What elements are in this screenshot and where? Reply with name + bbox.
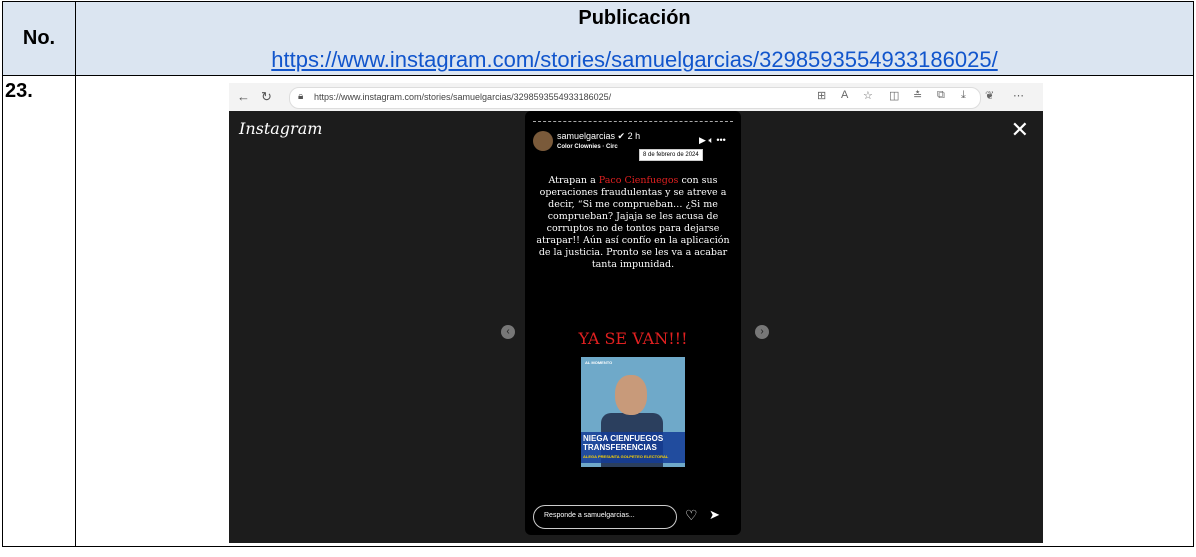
back-arrow-icon[interactable]: ← — [237, 89, 250, 104]
highlight-text: YA SE VAN!!! — [578, 329, 688, 348]
story-controls: ▶ 🔈︎ ••• — [699, 135, 726, 146]
collections-icon[interactable]: ⧉ — [937, 89, 945, 102]
chevron-right-icon[interactable]: › — [755, 325, 769, 339]
favorite-star-icon[interactable]: ☆ — [863, 89, 873, 102]
volume-icon[interactable]: 🔈︎ — [708, 135, 713, 145]
row-number: 23. — [2, 75, 76, 547]
music-label[interactable]: Color Clownies · Circ — [557, 144, 618, 150]
reply-placeholder: Responde a samuelgarcias... — [544, 512, 635, 519]
address-bar[interactable]: 🔒︎ https://www.instagram.com/stories/sam… — [289, 87, 981, 109]
date-tooltip: 8 de febrero de 2024 — [639, 149, 703, 161]
more-icon[interactable]: ••• — [716, 135, 725, 145]
thumb-tag: AL MOMENTO — [585, 360, 613, 365]
send-icon[interactable]: ➤ — [709, 507, 720, 523]
url-text: https://www.instagram.com/stories/samuel… — [314, 92, 612, 102]
more-menu-icon[interactable]: ⋯ — [1013, 89, 1024, 102]
news-thumbnail[interactable]: AL MOMENTO NIEGA CIENFUEGOS TRANSFERENCI… — [581, 357, 685, 467]
username: samuelgarcias — [557, 131, 616, 141]
story-caption: Atrapan a Paco Cienfuegos con sus operac… — [536, 175, 730, 270]
favorites-icon[interactable]: ≛ — [913, 89, 922, 102]
chevron-left-icon[interactable]: ‹ — [501, 325, 515, 339]
table-header-row: No. Publicación https://www.instagram.co… — [2, 1, 1194, 76]
story-progress — [533, 121, 733, 122]
instagram-viewer: Instagram ✕ ‹ › samuelgarcias ✔ 2 h Colo… — [229, 111, 1043, 543]
heart-icon[interactable]: ♡ — [685, 507, 698, 524]
read-aloud-icon[interactable]: A — [841, 89, 848, 101]
extensions-icon[interactable]: ❦ — [985, 89, 994, 102]
publication-link[interactable]: https://www.instagram.com/stories/samuel… — [76, 47, 1193, 73]
refresh-icon[interactable]: ↻ — [261, 89, 272, 105]
downloads-icon[interactable]: ⤓ — [961, 89, 966, 102]
screenshot-cell: ← ↻ 🔒︎ https://www.instagram.com/stories… — [75, 75, 1194, 547]
caption-name: Paco Cienfuegos — [598, 175, 679, 186]
header-publicacion: Publicación — [578, 7, 691, 29]
header-publicacion-cell: Publicación https://www.instagram.com/st… — [75, 1, 1194, 76]
avatar[interactable] — [533, 131, 553, 151]
instagram-logo[interactable]: Instagram — [239, 119, 322, 138]
story-card: samuelgarcias ✔ 2 h Color Clownies · Cir… — [525, 111, 741, 535]
apps-icon[interactable]: ⊞ — [817, 89, 826, 102]
thumb-sub: ALEGA PRESUNTA GOLPETEO ELECTORAL — [583, 454, 669, 459]
table-row: 23. ← ↻ 🔒︎ https://www.instagram.com/sto… — [2, 75, 1194, 547]
time-ago: 2 h — [627, 131, 641, 141]
lock-icon: 🔒︎ — [298, 91, 304, 102]
split-screen-icon[interactable]: ◫ — [889, 89, 899, 102]
play-icon[interactable]: ▶ — [699, 135, 706, 145]
header-no: No. — [2, 1, 76, 76]
evidence-table: No. Publicación https://www.instagram.co… — [2, 1, 1194, 547]
story-user[interactable]: samuelgarcias ✔ 2 h — [557, 131, 640, 142]
reply-input[interactable]: Responde a samuelgarcias... — [533, 505, 677, 529]
browser-screenshot: ← ↻ 🔒︎ https://www.instagram.com/stories… — [229, 83, 1043, 543]
browser-toolbar: ← ↻ 🔒︎ https://www.instagram.com/stories… — [229, 83, 1043, 111]
thumb-headline: NIEGA CIENFUEGOS TRANSFERENCIAS ALEGA PR… — [581, 432, 685, 463]
close-icon[interactable]: ✕ — [1011, 117, 1029, 143]
verified-icon: ✔ — [617, 131, 626, 141]
